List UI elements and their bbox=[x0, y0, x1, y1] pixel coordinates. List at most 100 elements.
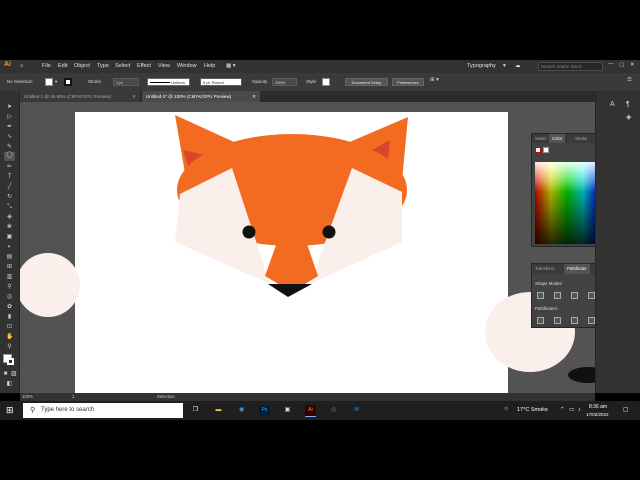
free-transform-tool-icon[interactable]: ▣ bbox=[6, 234, 13, 241]
zoom-tool-icon[interactable]: ⚲ bbox=[6, 344, 13, 351]
shape-builder-tool-icon[interactable]: ◐ bbox=[6, 244, 13, 251]
opacity-label[interactable]: Opacity bbox=[252, 79, 267, 84]
eyedropper-tool-icon[interactable]: ⚲ bbox=[6, 284, 13, 291]
volume-icon[interactable]: ♪ bbox=[578, 407, 581, 413]
cloud-icon[interactable]: ☁ bbox=[515, 63, 521, 69]
ellipse-tool-icon[interactable]: ◯ bbox=[4, 152, 15, 161]
tab-stroke[interactable]: Stroke bbox=[572, 134, 590, 143]
crop-icon[interactable] bbox=[588, 317, 595, 324]
tab-close-icon[interactable]: ✕ bbox=[132, 91, 136, 102]
unite-icon[interactable] bbox=[537, 292, 544, 299]
paragraph-panel-icon[interactable]: ¶ bbox=[626, 101, 630, 108]
stroke-label[interactable]: Stroke bbox=[88, 79, 101, 84]
maximize-icon[interactable]: ▢ bbox=[619, 62, 624, 68]
artboard-number[interactable]: 1 bbox=[72, 394, 74, 399]
menu-object[interactable]: Object bbox=[74, 63, 90, 69]
perspective-grid-tool-icon[interactable]: ▤ bbox=[6, 254, 13, 261]
mail-icon[interactable]: ✉ bbox=[351, 405, 362, 416]
menu-window[interactable]: Window bbox=[177, 63, 197, 69]
minus-front-icon[interactable] bbox=[554, 292, 561, 299]
workspace-switcher[interactable]: Typography bbox=[467, 63, 496, 69]
photoshop-icon[interactable]: Ps bbox=[259, 405, 270, 416]
tab-swatches[interactable]: Swatc bbox=[532, 134, 550, 143]
menu-edit[interactable]: Edit bbox=[58, 63, 67, 69]
menu-view[interactable]: View bbox=[158, 63, 170, 69]
hand-tool-icon[interactable]: ✋ bbox=[6, 334, 13, 341]
tab-transform[interactable]: Transform bbox=[532, 264, 557, 274]
pencil-tool-icon[interactable]: ✏ bbox=[6, 164, 13, 171]
graph-tool-icon[interactable]: ▮ bbox=[6, 314, 13, 321]
selection-tool-icon[interactable]: ➤ bbox=[6, 104, 13, 111]
chrome-icon[interactable]: ◎ bbox=[328, 405, 339, 416]
stroke-weight-field[interactable]: 1 pt bbox=[113, 78, 139, 86]
menu-effect[interactable]: Effect bbox=[137, 63, 151, 69]
clock-time[interactable]: 8:36 am bbox=[589, 404, 607, 410]
fox-right-eye[interactable] bbox=[322, 225, 336, 239]
scale-tool-icon[interactable]: ⤡ bbox=[6, 204, 13, 211]
curvature-tool-icon[interactable]: ∿ bbox=[6, 134, 13, 141]
fox-left-eye[interactable] bbox=[242, 225, 256, 239]
none-color-icon[interactable] bbox=[535, 147, 541, 153]
left-partial-shape[interactable] bbox=[20, 253, 80, 317]
minimize-icon[interactable]: — bbox=[608, 61, 614, 67]
layers-panel-icon[interactable]: ◈ bbox=[626, 113, 631, 121]
fill-chevron-icon[interactable]: ▾ bbox=[55, 79, 57, 85]
gradient-tool-icon[interactable]: ▥ bbox=[6, 274, 13, 281]
workspace-chevron-icon[interactable]: ▾ bbox=[503, 63, 506, 69]
stroke-swatch[interactable] bbox=[64, 78, 72, 86]
tray-chevron-icon[interactable]: ⌃ bbox=[560, 407, 565, 413]
panel-menu-icon[interactable]: ☰ bbox=[627, 77, 632, 83]
tab-color[interactable]: Color bbox=[549, 134, 566, 143]
trim-icon[interactable] bbox=[554, 317, 561, 324]
direct-selection-tool-icon[interactable]: ▷ bbox=[6, 114, 13, 121]
weather-status[interactable]: 17°C Smoke bbox=[517, 407, 548, 413]
edge-browser-icon[interactable]: ◉ bbox=[236, 405, 247, 416]
tab-close-icon[interactable]: ✕ bbox=[252, 91, 256, 102]
opacity-field[interactable]: 100% bbox=[272, 78, 297, 86]
arrange-documents-icon[interactable]: ▦ ▾ bbox=[226, 63, 236, 69]
store-icon[interactable]: ▣ bbox=[282, 405, 293, 416]
variable-width-profile[interactable]: Uniform bbox=[147, 78, 190, 86]
merge-icon[interactable] bbox=[571, 317, 578, 324]
exclude-icon[interactable] bbox=[588, 292, 595, 299]
notifications-icon[interactable]: ▢ bbox=[623, 406, 629, 413]
menu-select[interactable]: Select bbox=[115, 63, 130, 69]
weather-icon[interactable]: ☼ bbox=[503, 405, 509, 412]
menu-help[interactable]: Help bbox=[204, 63, 215, 69]
artboard-tool-icon[interactable]: ⊡ bbox=[6, 324, 13, 331]
network-icon[interactable]: ▭ bbox=[569, 407, 574, 413]
fox-nose[interactable] bbox=[268, 284, 312, 297]
divide-icon[interactable] bbox=[537, 317, 544, 324]
current-fill-icon[interactable] bbox=[543, 147, 549, 153]
intersect-icon[interactable] bbox=[571, 292, 578, 299]
tab-untitled-1[interactable]: Untitled-1 @ 46.93% (CMYK/GPU Preview) ✕ bbox=[20, 91, 140, 102]
rotate-tool-icon[interactable]: ↻ bbox=[6, 194, 13, 201]
fill-swatch[interactable] bbox=[45, 78, 53, 86]
arrange-icon[interactable]: ⊞ ▾ bbox=[430, 77, 439, 83]
character-panel-icon[interactable]: A bbox=[610, 101, 615, 108]
windows-start-icon[interactable]: ⊞ bbox=[6, 405, 16, 415]
taskbar-search-box[interactable]: ⚲ Type here to search bbox=[23, 403, 183, 418]
none-mode-icon[interactable]: ▨ bbox=[11, 371, 17, 378]
color-mode-icon[interactable]: ■ bbox=[3, 371, 8, 378]
home-icon[interactable]: ⌂ bbox=[20, 63, 23, 69]
current-tool-status[interactable]: Selection bbox=[157, 394, 175, 399]
canvas-area[interactable] bbox=[20, 102, 595, 393]
illustrator-taskbar-icon[interactable]: Ai bbox=[305, 405, 316, 417]
tab-untitled-2[interactable]: Untitled-2* @ 100% (CMYK/GPU Preview) ✕ bbox=[142, 91, 260, 102]
artwork-layer[interactable] bbox=[20, 102, 595, 393]
drawing-modes-icon[interactable]: ◧ bbox=[6, 381, 13, 388]
brush-definition[interactable]: 5 pt. Round bbox=[200, 78, 242, 86]
close-icon[interactable]: ✕ bbox=[630, 62, 635, 68]
menu-type[interactable]: Type bbox=[97, 63, 109, 69]
menu-file[interactable]: File bbox=[42, 63, 51, 69]
warp-tool-icon[interactable]: ❀ bbox=[6, 224, 13, 231]
preferences-button[interactable]: Preferences bbox=[392, 78, 424, 86]
right-partial-dark-shape[interactable] bbox=[568, 367, 595, 383]
symbol-sprayer-tool-icon[interactable]: ✿ bbox=[6, 304, 13, 311]
document-setup-button[interactable]: Document Setup bbox=[345, 78, 388, 86]
eraser-tool-icon[interactable]: ◈ bbox=[6, 214, 13, 221]
mesh-tool-icon[interactable]: ⊞ bbox=[6, 264, 13, 271]
tab-pathfinder[interactable]: Pathfinder bbox=[564, 264, 590, 274]
stroke-color-icon[interactable] bbox=[7, 358, 14, 365]
